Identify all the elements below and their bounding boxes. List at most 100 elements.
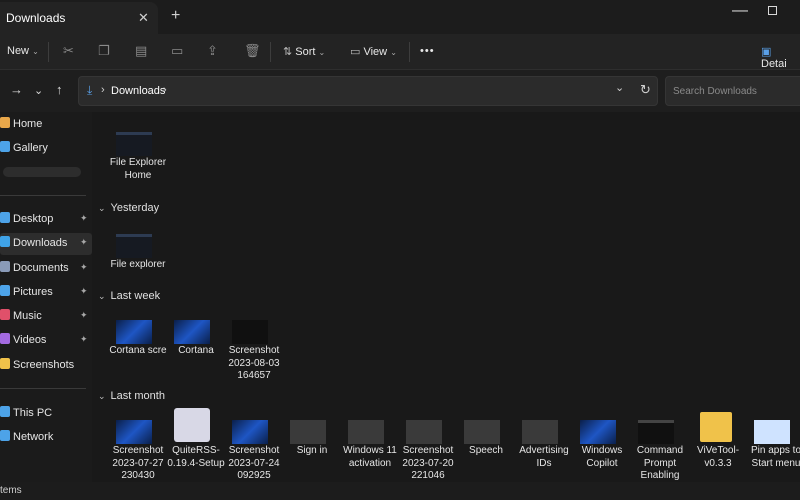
address-bar[interactable]: ⤓ › Downloads › ⌄ xyxy=(78,76,658,106)
command-bar: New ⌄ ✂ ❐ ▤ ▭ ⇪ 🗑 ⇅ Sort ⌄ ▭ View ⌄ ••• … xyxy=(0,34,800,70)
file-name: File Explorer Home xyxy=(109,157,167,181)
sidebar-item-label: Desktop xyxy=(13,213,54,225)
cut-icon[interactable]: ✂ xyxy=(63,43,74,59)
documents-icon xyxy=(0,261,10,272)
minimize-button[interactable]: — xyxy=(732,2,748,20)
tab-downloads[interactable]: Downloads ✕ xyxy=(0,2,158,34)
sidebar-item-network[interactable]: Network xyxy=(0,427,92,449)
file-thumbnail xyxy=(406,420,442,444)
file-name: Advertising IDs xyxy=(519,445,569,469)
file-name: ViVeTool-v0.3.3 xyxy=(696,445,740,469)
more-options-button[interactable]: ••• xyxy=(420,45,435,57)
sidebar-item-label: Videos xyxy=(13,334,47,346)
file-thumbnail xyxy=(174,408,210,442)
gallery-icon xyxy=(0,141,10,152)
file-name: Screenshot 2023-08-03 164657 xyxy=(228,345,280,381)
copy-icon[interactable]: ❐ xyxy=(98,43,110,59)
address-path[interactable]: Downloads xyxy=(111,85,165,97)
folder-icon xyxy=(700,412,732,442)
details-button[interactable]: ▣ Detai xyxy=(761,45,800,70)
music-icon xyxy=(0,309,10,320)
sidebar-item-label: Screenshots xyxy=(13,359,75,371)
blurred-account-item[interactable] xyxy=(3,167,81,177)
home-icon xyxy=(0,117,10,128)
tab-title: Downloads xyxy=(6,11,66,25)
folder-icon xyxy=(0,358,10,369)
title-bar: Downloads ✕ + — xyxy=(0,0,800,34)
new-button[interactable]: New ⌄ xyxy=(7,45,39,57)
file-name: Windows 11 activation xyxy=(343,445,397,469)
chevron-down-icon: ⌄ xyxy=(98,203,106,213)
group-header-last-week[interactable]: ⌄ Last week xyxy=(98,290,160,302)
file-thumbnail xyxy=(232,320,268,344)
search-input[interactable]: Search Downloads xyxy=(665,76,800,106)
new-tab-button[interactable]: + xyxy=(171,7,180,25)
file-name: Pin apps to Start menu xyxy=(750,445,800,469)
sidebar-item-documents[interactable]: Documents ✦ xyxy=(0,258,92,280)
delete-icon[interactable]: 🗑 xyxy=(244,43,261,59)
file-thumbnail xyxy=(116,132,152,156)
file-thumbnail xyxy=(522,420,558,444)
file-list: File Explorer Home ⌄ Yesterday File explo… xyxy=(92,112,800,482)
sidebar-item-music[interactable]: Music ✦ xyxy=(0,306,92,328)
sort-button[interactable]: ⇅ Sort ⌄ xyxy=(283,45,325,58)
sidebar-item-videos[interactable]: Videos ✦ xyxy=(0,330,92,352)
group-header-last-month[interactable]: ⌄ Last month xyxy=(98,390,165,402)
divider xyxy=(0,388,86,389)
pin-icon: ✦ xyxy=(80,310,88,320)
recent-locations-icon[interactable]: ⌄ xyxy=(34,84,43,97)
file-thumbnail xyxy=(638,420,674,444)
file-name: File explorer xyxy=(110,259,166,270)
sidebar-item-desktop[interactable]: Desktop ✦ xyxy=(0,209,92,231)
file-thumbnail xyxy=(116,234,152,258)
file-thumbnail xyxy=(116,320,152,344)
sidebar-item-gallery[interactable]: Gallery xyxy=(0,138,92,160)
sidebar-item-label: Documents xyxy=(13,262,69,274)
pin-icon: ✦ xyxy=(80,213,88,223)
close-tab-icon[interactable]: ✕ xyxy=(138,10,149,26)
maximize-button[interactable] xyxy=(768,6,777,15)
file-name: Command Prompt Enabling xyxy=(636,445,684,481)
divider xyxy=(0,195,86,196)
view-button[interactable]: ▭ View ⌄ xyxy=(350,45,397,58)
file-thumbnail xyxy=(754,420,790,444)
up-icon[interactable]: ↑ xyxy=(56,82,63,97)
downloads-icon xyxy=(0,236,10,247)
sidebar-item-screenshots[interactable]: Screenshots xyxy=(0,355,92,377)
new-label: New xyxy=(7,45,30,57)
file-thumbnail xyxy=(464,420,500,444)
chevron-down-icon[interactable]: ⌄ xyxy=(615,81,624,94)
sidebar-item-downloads[interactable]: Downloads ✦ xyxy=(0,233,92,255)
group-header-yesterday[interactable]: ⌄ Yesterday xyxy=(98,202,159,214)
chevron-right-icon: › xyxy=(101,84,105,96)
item-count: tems xyxy=(0,485,22,496)
search-placeholder: Search Downloads xyxy=(673,86,757,97)
sidebar-item-label: Network xyxy=(13,431,54,443)
chevron-down-icon: ⌄ xyxy=(98,391,106,401)
share-icon[interactable]: ⇪ xyxy=(207,43,218,59)
file-thumbnail xyxy=(116,420,152,444)
pin-icon: ✦ xyxy=(80,237,88,247)
file-name: Screenshot 2023-07-27 230430 xyxy=(112,445,164,481)
forward-icon[interactable]: → xyxy=(10,82,23,97)
pin-icon: ✦ xyxy=(80,262,88,272)
file-thumbnail xyxy=(580,420,616,444)
group-label: Last month xyxy=(110,390,165,402)
chevron-right-icon[interactable]: › xyxy=(163,84,167,96)
rename-icon[interactable]: ▭ xyxy=(171,43,183,59)
sidebar-item-this-pc[interactable]: This PC xyxy=(0,403,92,425)
videos-icon xyxy=(0,333,10,344)
file-name: Cortana xyxy=(178,345,214,356)
paste-icon[interactable]: ▤ xyxy=(135,43,147,59)
navigation-pane: Home Gallery Desktop ✦ Downloads ✦ Docum… xyxy=(0,112,92,482)
sidebar-item-home[interactable]: Home xyxy=(0,114,92,136)
file-name: QuiteRSS-0.19.4-Setup xyxy=(167,445,225,469)
refresh-icon[interactable]: ↻ xyxy=(640,82,651,98)
sidebar-item-pictures[interactable]: Pictures ✦ xyxy=(0,282,92,304)
file-thumbnail xyxy=(232,420,268,444)
sidebar-item-label: Downloads xyxy=(13,237,68,249)
file-name: Windows Copilot xyxy=(581,445,623,469)
group-label: Yesterday xyxy=(110,202,160,214)
this-pc-icon xyxy=(0,406,10,417)
network-icon xyxy=(0,430,10,441)
